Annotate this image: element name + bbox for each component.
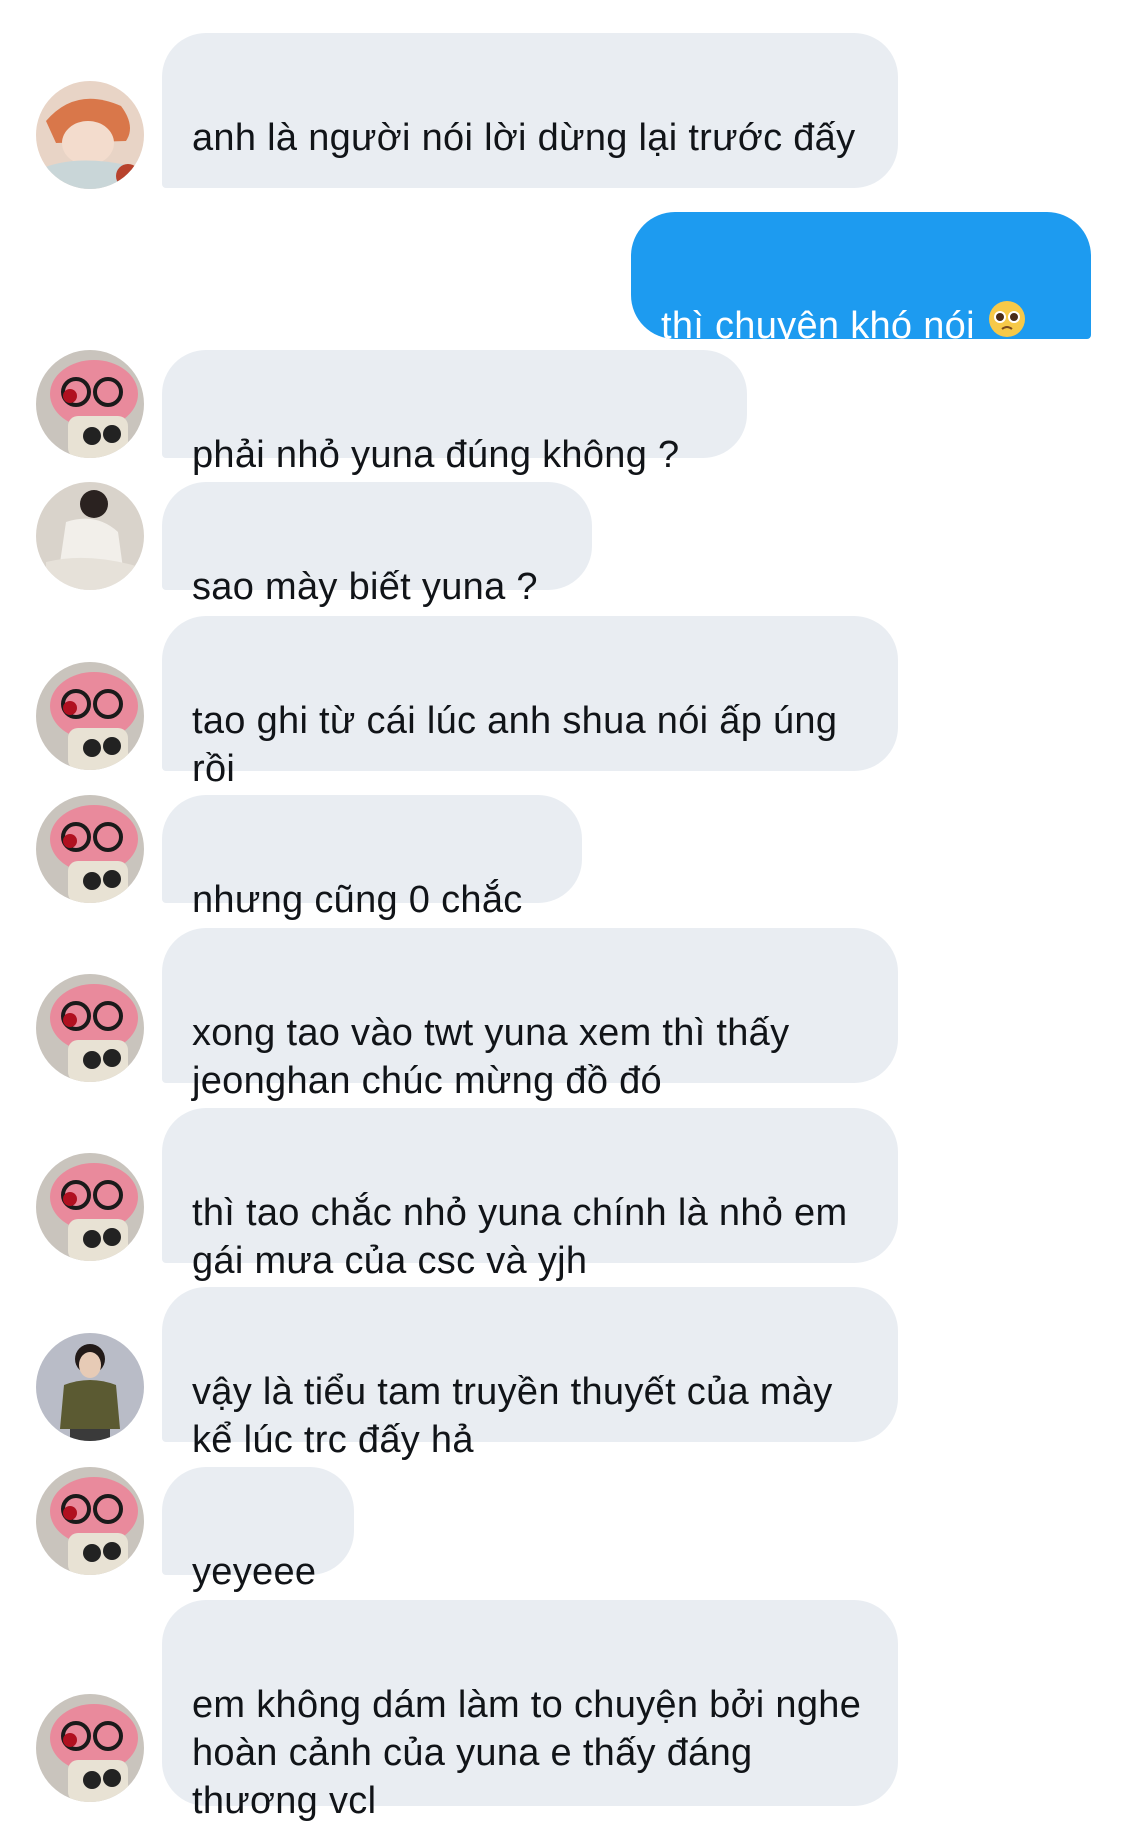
message-bubble[interactable]: phải nhỏ yuna đúng không ? bbox=[162, 350, 747, 476]
message-text: tao ghi từ cái lúc anh shua nói ấp úng r… bbox=[192, 700, 838, 790]
message-text: vậy là tiểu tam truyền thuyết của mày kể… bbox=[192, 1371, 833, 1461]
avatar[interactable] bbox=[36, 482, 144, 590]
message-bubble[interactable]: anh là người nói lời dừng lại trước đấy bbox=[162, 33, 898, 188]
message-bubble[interactable]: sao mày biết yuna ? bbox=[162, 482, 592, 608]
message-bubble[interactable]: yeyeee bbox=[162, 1467, 354, 1593]
message-text: anh là người nói lời dừng lại trước đấy bbox=[192, 117, 856, 159]
pink-plush-avatar bbox=[36, 662, 144, 770]
avatar[interactable] bbox=[36, 1694, 144, 1802]
message-bubble[interactable]: em không dám làm to chuyện bởi nghe hoàn… bbox=[162, 1600, 898, 1822]
message-text: em không dám làm to chuyện bởi nghe hoàn… bbox=[192, 1684, 862, 1822]
pink-plush-avatar bbox=[36, 1694, 144, 1802]
message-bubble[interactable]: vậy là tiểu tam truyền thuyết của mày kể… bbox=[162, 1287, 898, 1461]
white-outfit-avatar bbox=[36, 482, 144, 590]
avatar[interactable] bbox=[36, 1467, 144, 1575]
message-text: thì chuyện khó nói bbox=[661, 305, 975, 347]
message-text: sao mày biết yuna ? bbox=[192, 566, 538, 608]
message-text: xong tao vào twt yuna xem thì thấy jeong… bbox=[192, 1012, 790, 1102]
avatar[interactable] bbox=[36, 1153, 144, 1261]
message-bubble[interactable]: tao ghi từ cái lúc anh shua nói ấp úng r… bbox=[162, 616, 898, 790]
message-text: phải nhỏ yuna đúng không ? bbox=[192, 434, 680, 476]
message-text: nhưng cũng 0 chắc bbox=[192, 879, 523, 921]
avatar[interactable] bbox=[36, 350, 144, 458]
olive-shirt-avatar bbox=[36, 1333, 144, 1441]
avatar[interactable] bbox=[36, 81, 144, 189]
avatar[interactable] bbox=[36, 795, 144, 903]
orange-hair-avatar bbox=[36, 81, 144, 189]
pink-plush-avatar bbox=[36, 1153, 144, 1261]
message-bubble-outgoing[interactable]: thì chuyện khó nói bbox=[631, 212, 1091, 347]
pink-plush-avatar bbox=[36, 1467, 144, 1575]
avatar[interactable] bbox=[36, 1333, 144, 1441]
pink-plush-avatar bbox=[36, 350, 144, 458]
avatar[interactable] bbox=[36, 662, 144, 770]
pleading-face-emoji bbox=[987, 299, 1027, 351]
pink-plush-avatar bbox=[36, 795, 144, 903]
message-bubble[interactable]: nhưng cũng 0 chắc bbox=[162, 795, 582, 921]
message-text: thì tao chắc nhỏ yuna chính là nhỏ em gá… bbox=[192, 1192, 848, 1282]
message-thread: anh là người nói lời dừng lại trước đấy … bbox=[0, 0, 1125, 1822]
pink-plush-avatar bbox=[36, 974, 144, 1082]
message-bubble[interactable]: thì tao chắc nhỏ yuna chính là nhỏ em gá… bbox=[162, 1108, 898, 1282]
avatar[interactable] bbox=[36, 974, 144, 1082]
message-bubble[interactable]: xong tao vào twt yuna xem thì thấy jeong… bbox=[162, 928, 898, 1102]
message-text: yeyeee bbox=[192, 1551, 317, 1593]
